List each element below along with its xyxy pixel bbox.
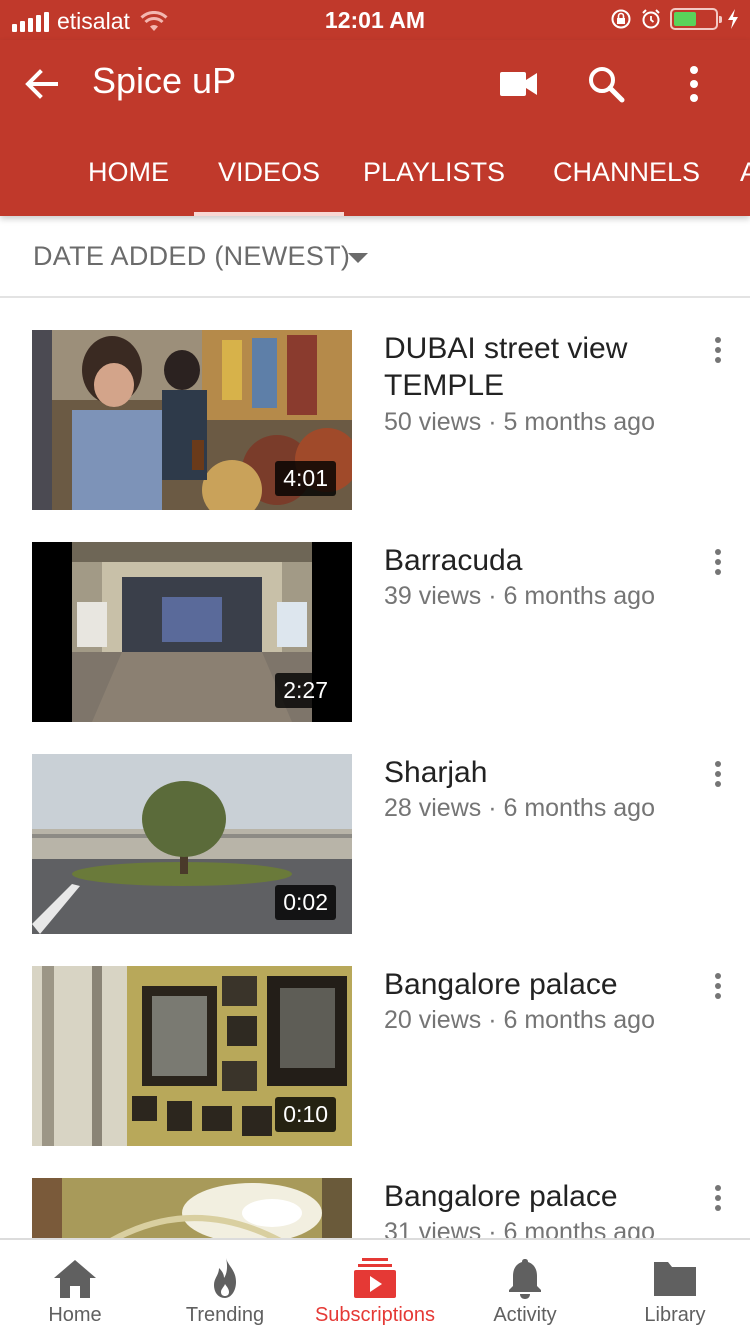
search-icon[interactable] <box>584 62 628 106</box>
nav-label: Activity <box>493 1304 557 1326</box>
channel-tabs: HOME VIDEOS PLAYLISTS CHANNELS A <box>0 136 750 216</box>
video-thumbnail[interactable]: 0:10 <box>32 966 352 1146</box>
tab-channels[interactable]: CHANNELS <box>553 136 700 216</box>
video-duration: 4:01 <box>275 461 336 496</box>
bottom-nav: Home Trending Subscriptions Activity Lib… <box>0 1238 750 1334</box>
subscriptions-icon <box>354 1258 396 1298</box>
video-meta: 39 views · 6 months ago <box>384 582 655 610</box>
back-arrow-icon[interactable] <box>20 62 64 106</box>
battery-icon <box>670 8 722 30</box>
rotation-lock-icon <box>611 9 631 29</box>
video-more-icon[interactable] <box>706 548 730 578</box>
video-camera-icon[interactable] <box>496 64 540 104</box>
dropdown-arrow-icon <box>348 253 368 263</box>
video-item[interactable]: 0:10 Bangalore palace 20 views · 6 month… <box>0 934 750 1146</box>
video-more-icon[interactable] <box>706 336 730 366</box>
nav-label: Trending <box>185 1304 265 1326</box>
home-icon <box>54 1260 96 1298</box>
video-meta: 28 views · 6 months ago <box>384 794 655 822</box>
video-meta: 50 views · 5 months ago <box>384 408 655 436</box>
video-duration: 2:27 <box>275 673 336 708</box>
nav-trending[interactable]: Trending <box>150 1240 300 1334</box>
bell-icon <box>509 1259 541 1299</box>
nav-library[interactable]: Library <box>600 1240 750 1334</box>
tab-playlists[interactable]: PLAYLISTS <box>363 136 505 216</box>
video-title[interactable]: Sharjah <box>384 754 674 791</box>
battery-level <box>674 12 696 26</box>
tab-about-partial[interactable]: A <box>740 136 750 216</box>
video-item[interactable]: 0:02 Sharjah 28 views · 6 months ago <box>0 722 750 934</box>
nav-label: Library <box>644 1304 706 1326</box>
video-title[interactable]: DUBAI street view TEMPLE <box>384 330 674 404</box>
tab-home[interactable]: HOME <box>88 136 169 216</box>
app-bar: Spice uP HOME VIDEOS PLAYLISTS CHANNELS … <box>0 40 750 216</box>
status-bar: etisalat 12:01 AM <box>0 0 750 40</box>
nav-subscriptions[interactable]: Subscriptions <box>300 1240 450 1334</box>
video-title[interactable]: Bangalore palace <box>384 1178 674 1215</box>
video-item[interactable]: 2:27 Barracuda 39 views · 6 months ago <box>0 510 750 722</box>
charging-icon <box>728 9 738 29</box>
nav-label: Subscriptions <box>314 1304 436 1326</box>
video-item[interactable]: Bangalore palace 31 views · 6 months ago <box>0 1146 750 1238</box>
nav-home[interactable]: Home <box>0 1240 150 1334</box>
video-more-icon[interactable] <box>706 1184 730 1214</box>
video-duration: 0:10 <box>275 1097 336 1132</box>
folder-icon <box>654 1262 696 1296</box>
video-more-icon[interactable] <box>706 972 730 1002</box>
video-thumbnail[interactable]: 0:02 <box>32 754 352 934</box>
flame-icon <box>214 1258 236 1298</box>
video-meta: 31 views · 6 months ago <box>384 1218 655 1238</box>
thumbnail-image <box>32 1178 352 1238</box>
more-vertical-icon[interactable] <box>676 62 712 106</box>
tab-videos[interactable]: VIDEOS <box>193 136 345 216</box>
video-list: 4:01 DUBAI street view TEMPLE 50 views ·… <box>0 298 750 1238</box>
video-thumbnail[interactable] <box>32 1178 352 1238</box>
nav-activity[interactable]: Activity <box>450 1240 600 1334</box>
nav-label: Home <box>48 1304 102 1326</box>
status-right <box>610 8 740 30</box>
channel-title: Spice uP <box>92 60 237 101</box>
alarm-icon <box>642 9 660 29</box>
video-meta: 20 views · 6 months ago <box>384 1006 655 1034</box>
sort-label: DATE ADDED (NEWEST) <box>33 241 351 271</box>
video-title[interactable]: Bangalore palace <box>384 966 674 1003</box>
sort-dropdown[interactable]: DATE ADDED (NEWEST) <box>0 216 750 298</box>
video-more-icon[interactable] <box>706 760 730 790</box>
video-item[interactable]: 4:01 DUBAI street view TEMPLE 50 views ·… <box>0 298 750 510</box>
video-title[interactable]: Barracuda <box>384 542 674 579</box>
video-duration: 0:02 <box>275 885 336 920</box>
video-thumbnail[interactable]: 4:01 <box>32 330 352 510</box>
video-thumbnail[interactable]: 2:27 <box>32 542 352 722</box>
